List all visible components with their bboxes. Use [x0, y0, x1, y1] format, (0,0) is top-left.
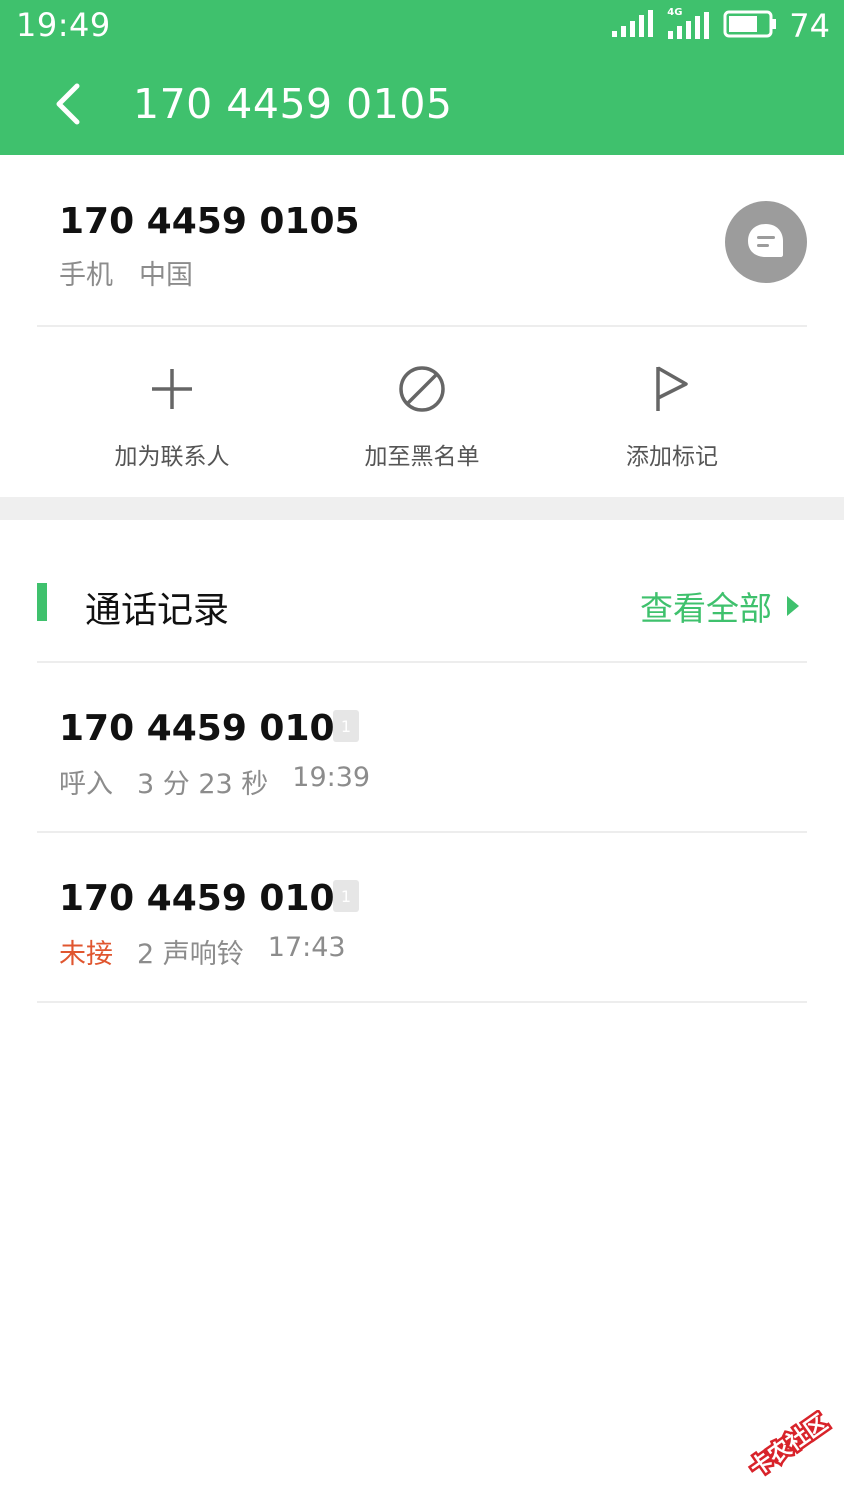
watermark-logo: 卡农社区 卡农社区 — [726, 1407, 836, 1490]
contact-meta: 手机 中国 — [59, 253, 193, 292]
section-separator — [0, 497, 844, 520]
flag-icon — [642, 359, 702, 419]
chevron-left-icon — [56, 83, 80, 125]
battery-icon — [723, 10, 777, 42]
call-meta: 呼入 3 分 23 秒 19:39 — [59, 762, 370, 801]
contact-actions: 加为联系人 加至黑名单 添加标记 — [0, 345, 844, 475]
call-log-entry[interactable]: 170 4459 0105 1 呼入 3 分 23 秒 19:39 — [0, 662, 844, 832]
battery-percent: 74 — [789, 7, 830, 45]
call-time: 19:39 — [292, 762, 371, 793]
back-button[interactable] — [44, 78, 92, 130]
message-bubble-icon — [748, 224, 783, 257]
view-all-label: 查看全部 — [640, 589, 772, 628]
add-to-blacklist-button[interactable]: 加至黑名单 — [297, 345, 547, 475]
call-time: 17:43 — [267, 932, 346, 963]
call-detail: 3 分 23 秒 — [137, 769, 269, 800]
plus-icon — [142, 359, 202, 419]
sim-card-icon: 1 — [333, 710, 359, 742]
view-all-button[interactable]: 查看全部 — [640, 582, 800, 630]
status-time: 19:49 — [16, 6, 111, 44]
call-status: 呼入 — [59, 769, 113, 800]
sim-card-icon: 1 — [333, 880, 359, 912]
call-meta: 未接 2 声响铃 17:43 — [59, 932, 346, 971]
app-header: 19:49 4G 74 170 4459 0105 — [0, 0, 844, 155]
contact-type: 手机 — [59, 260, 113, 291]
add-tag-label: 添加标记 — [626, 444, 718, 470]
status-icons: 4G 74 — [611, 6, 830, 46]
contact-number: 170 4459 0105 — [59, 201, 360, 242]
contact-card: 170 4459 0105 手机 中国 加为联系人 加至黑名单 添加标记 — [0, 155, 844, 497]
caret-right-icon — [787, 596, 799, 616]
call-detail: 2 声响铃 — [137, 939, 244, 970]
call-status-missed: 未接 — [59, 939, 113, 970]
call-number: 170 4459 0105 — [59, 878, 360, 919]
add-contact-label: 加为联系人 — [114, 444, 230, 470]
wifi-signal-icon — [611, 9, 655, 43]
cellular-signal-icon: 4G — [667, 7, 711, 41]
call-number: 170 4459 0105 — [59, 708, 360, 749]
add-to-blacklist-label: 加至黑名单 — [364, 444, 480, 470]
block-icon — [392, 359, 452, 419]
contact-region: 中国 — [139, 260, 193, 291]
call-log-title: 通话记录 — [85, 590, 230, 631]
call-log-header: 通话记录 查看全部 — [0, 560, 844, 650]
page-title: 170 4459 0105 — [133, 80, 453, 128]
add-tag-button[interactable]: 添加标记 — [547, 345, 797, 475]
section-accent-bar — [37, 583, 47, 621]
divider — [37, 325, 807, 327]
svg-text:卡农社区: 卡农社区 — [745, 1410, 832, 1482]
add-contact-button[interactable]: 加为联系人 — [47, 345, 297, 475]
divider — [37, 1001, 807, 1003]
send-message-button[interactable] — [725, 201, 807, 283]
call-log-entry[interactable]: 170 4459 0105 1 未接 2 声响铃 17:43 — [0, 832, 844, 1002]
